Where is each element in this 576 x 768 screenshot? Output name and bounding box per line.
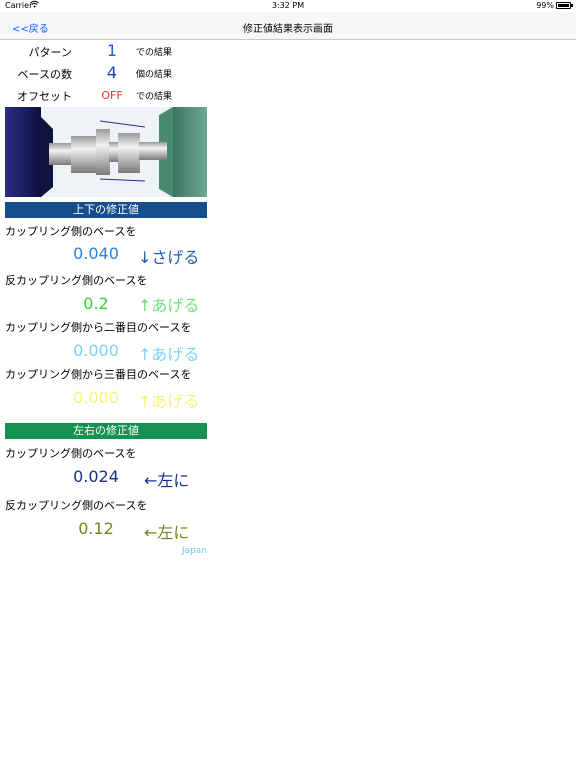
vertical-item-3-amount: 0.000	[73, 341, 119, 360]
vertical-item-3-direction: ↑あげる	[138, 345, 200, 364]
horizontal-item-1-amount: 0.024	[73, 467, 119, 486]
vertical-item-3-desc: カップリング側から二番目のベースを	[5, 321, 192, 334]
vertical-item-2-desc: 反カップリング側のベースを	[5, 274, 148, 287]
footer-label: Japan	[181, 546, 207, 556]
navigation-bar: <<戻る 修正値結果表示画面	[0, 12, 576, 40]
shaft-alignment-image	[5, 107, 207, 197]
battery-fill	[558, 4, 569, 7]
battery-percent: 99%	[536, 1, 554, 10]
pattern-suffix: での結果	[136, 48, 173, 58]
status-time: 3:32 PM	[271, 1, 305, 10]
page-title: 修正値結果表示画面	[243, 24, 333, 35]
vertical-item-1-amount: 0.040	[73, 244, 119, 263]
vertical-item-2-direction: ↑あげる	[138, 296, 200, 315]
horizontal-item-2-amount: 0.12	[78, 519, 114, 538]
vertical-item-4-desc: カップリング側から三番目のベースを	[5, 368, 192, 381]
base-count-value: 4	[106, 63, 118, 82]
horizontal-item-2-direction: ←左に	[144, 523, 190, 542]
battery-icon	[556, 2, 573, 9]
vertical-item-1-desc: カップリング側のベースを	[5, 225, 137, 238]
horizontal-item-1-direction: ←左に	[144, 471, 190, 490]
offset-suffix: での結果	[136, 92, 173, 102]
base-count-row: ベースの数 4 個の結果	[0, 63, 200, 83]
offset-value: OFF	[101, 89, 123, 102]
vertical-correction-header: 上下の修正値	[5, 202, 207, 218]
horizontal-item-2-desc: 反カップリング側のベースを	[5, 499, 148, 512]
base-count-suffix: 個の結果	[136, 70, 173, 80]
vertical-item-4-amount: 0.000	[73, 388, 119, 407]
vertical-item-1-direction: ↓さげる	[138, 248, 200, 267]
offset-label: オフセット	[17, 90, 72, 103]
pattern-label: パターン	[28, 46, 72, 59]
base-count-label: ベースの数	[17, 68, 72, 81]
status-bar: Carrier 3:32 PM 99%	[0, 0, 576, 12]
pattern-value: 1	[106, 41, 118, 60]
horizontal-correction-header: 左右の修正値	[5, 423, 207, 439]
vertical-item-4-direction: ↑あげる	[138, 392, 200, 411]
shaft-alignment-graphic	[5, 107, 207, 197]
pattern-row: パターン 1 での結果	[0, 41, 200, 61]
vertical-item-2-amount: 0.2	[83, 294, 109, 313]
horizontal-item-1-desc: カップリング側のベースを	[5, 447, 137, 460]
offset-row: オフセット OFF での結果	[0, 85, 200, 105]
